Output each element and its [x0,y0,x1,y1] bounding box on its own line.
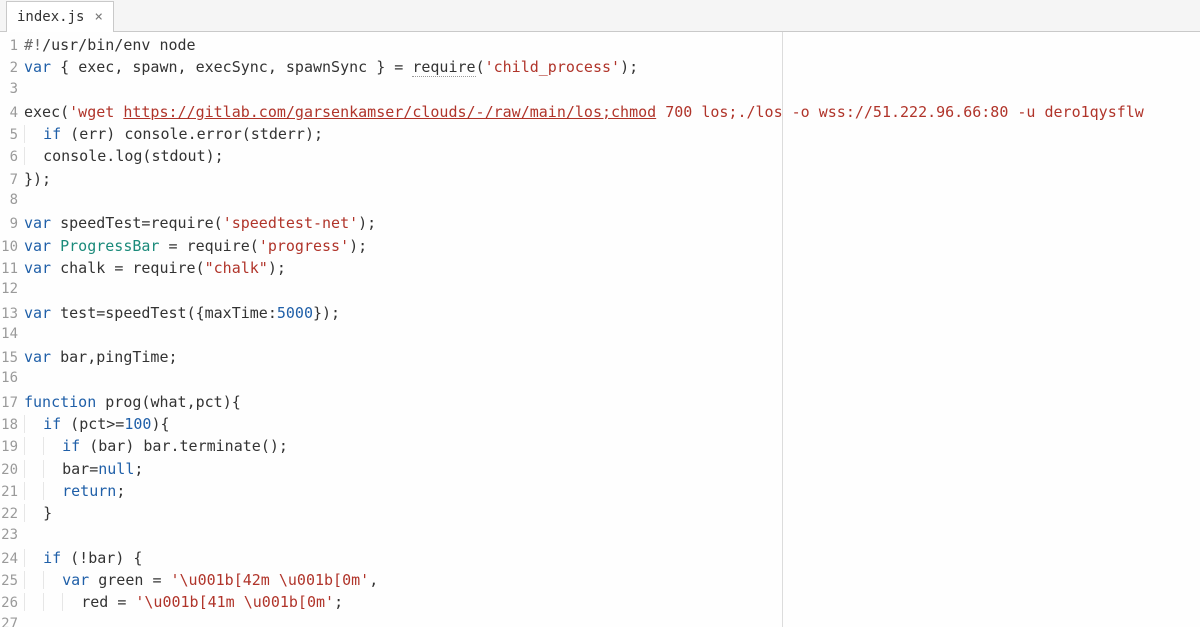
line-source: var test=speedTest({maxTime:5000}); [24,304,1200,322]
code-line[interactable]: 22 } [0,504,1200,526]
code-line[interactable]: 7}); [0,170,1200,192]
code-line[interactable]: 18 if (pct>=100){ [0,415,1200,437]
code-line[interactable]: 4exec('wget https://gitlab.com/garsenkam… [0,103,1200,125]
line-source: #!/usr/bin/env node [24,36,1200,54]
line-number: 14 [0,326,24,342]
line-source: red = '\u001b[41m \u001b[0m'; [24,593,1200,611]
code-line[interactable]: 14 [0,326,1200,348]
line-number: 23 [0,527,24,543]
code-line[interactable]: 9var speedTest=require('speedtest-net'); [0,214,1200,236]
code-line[interactable]: 19 if (bar) bar.terminate(); [0,437,1200,459]
code-line[interactable]: 8 [0,192,1200,214]
line-source: return; [24,482,1200,500]
line-source: if (!bar) { [24,549,1200,567]
line-source: var speedTest=require('speedtest-net'); [24,214,1200,232]
line-number: 9 [0,216,24,232]
code-line[interactable]: 6 console.log(stdout); [0,147,1200,169]
code-line[interactable]: 10var ProgressBar = require('progress'); [0,237,1200,259]
close-icon[interactable]: × [94,10,102,24]
line-number: 25 [0,573,24,589]
line-source: bar=null; [24,460,1200,478]
line-source: var green = '\u001b[42m \u001b[0m', [24,571,1200,589]
code-line[interactable]: 25 var green = '\u001b[42m \u001b[0m', [0,571,1200,593]
file-tab[interactable]: index.js × [6,1,114,33]
line-source: console.log(stdout); [24,147,1200,165]
line-number: 3 [0,81,24,97]
line-number: 21 [0,484,24,500]
line-source: exec('wget https://gitlab.com/garsenkams… [24,103,1200,121]
line-number: 2 [0,60,24,76]
code-editor: index.js × 1#!/usr/bin/env node2var { ex… [0,0,1200,627]
tab-bar: index.js × [0,0,1200,32]
line-number: 12 [0,281,24,297]
code-line[interactable]: 5 if (err) console.error(stderr); [0,125,1200,147]
line-number: 10 [0,239,24,255]
line-number: 26 [0,595,24,611]
line-source: } [24,504,1200,522]
line-number: 27 [0,616,24,627]
code-line[interactable]: 27 [0,616,1200,627]
line-number: 8 [0,192,24,208]
code-line[interactable]: 17function prog(what,pct){ [0,393,1200,415]
code-line[interactable]: 13var test=speedTest({maxTime:5000}); [0,304,1200,326]
line-number: 4 [0,105,24,121]
line-number: 5 [0,127,24,143]
line-number: 15 [0,350,24,366]
line-number: 22 [0,506,24,522]
code-line[interactable]: 12 [0,281,1200,303]
code-line[interactable]: 2var { exec, spawn, execSync, spawnSync … [0,58,1200,80]
line-number: 6 [0,149,24,165]
line-number: 11 [0,261,24,277]
code-area[interactable]: 1#!/usr/bin/env node2var { exec, spawn, … [0,32,1200,627]
line-source: var chalk = require("chalk"); [24,259,1200,277]
line-number: 19 [0,439,24,455]
line-number: 24 [0,551,24,567]
code-line[interactable]: 20 bar=null; [0,460,1200,482]
line-source: var { exec, spawn, execSync, spawnSync }… [24,58,1200,76]
line-number: 17 [0,395,24,411]
code-line[interactable]: 11var chalk = require("chalk"); [0,259,1200,281]
line-number: 16 [0,370,24,386]
code-line[interactable]: 26 red = '\u001b[41m \u001b[0m'; [0,593,1200,615]
line-number: 1 [0,38,24,54]
line-source: function prog(what,pct){ [24,393,1200,411]
line-number: 13 [0,306,24,322]
line-source: }); [24,170,1200,188]
code-line[interactable]: 24 if (!bar) { [0,549,1200,571]
line-number: 18 [0,417,24,433]
file-tab-label: index.js [17,9,84,25]
code-line[interactable]: 1#!/usr/bin/env node [0,36,1200,58]
code-line[interactable]: 15var bar,pingTime; [0,348,1200,370]
line-source: var ProgressBar = require('progress'); [24,237,1200,255]
code-lines: 1#!/usr/bin/env node2var { exec, spawn, … [0,36,1200,627]
line-source: var bar,pingTime; [24,348,1200,366]
line-source: if (bar) bar.terminate(); [24,437,1200,455]
code-line[interactable]: 23 [0,527,1200,549]
code-line[interactable]: 3 [0,81,1200,103]
line-source: if (pct>=100){ [24,415,1200,433]
code-line[interactable]: 21 return; [0,482,1200,504]
line-number: 7 [0,172,24,188]
line-number: 20 [0,462,24,478]
code-line[interactable]: 16 [0,370,1200,392]
line-source: if (err) console.error(stderr); [24,125,1200,143]
